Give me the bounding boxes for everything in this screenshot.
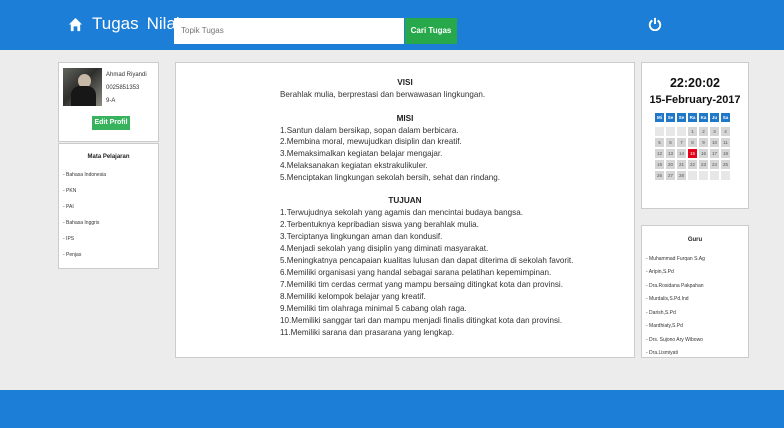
calendar-day[interactable]: 23 [699, 160, 708, 169]
calendar-day[interactable]: 10 [710, 138, 719, 147]
subject-item[interactable]: - Bahasa Indonesia [63, 172, 106, 178]
calendar-day-header: Sa [721, 113, 730, 122]
subjects-panel: Mata Pelajaran - Bahasa Indonesia - PKN … [58, 143, 159, 269]
tujuan-item: 2.Terbentuknya kepribadian siswa yang be… [280, 220, 479, 229]
visi-title: VISI [397, 78, 413, 87]
calendar-day[interactable]: 11 [721, 138, 730, 147]
calendar-day[interactable]: 9 [699, 138, 708, 147]
calendar-day[interactable]: 24 [710, 160, 719, 169]
teacher-item: - Murdalis,S.Pd.Ind [646, 296, 689, 302]
tujuan-item: 6.Memiliki organisasi yang handal sebaga… [280, 268, 552, 277]
calendar-day[interactable]: 28 [677, 171, 686, 180]
calendar-day[interactable]: 6 [666, 138, 675, 147]
navbar: Tugas Nilai Cari Tugas [0, 0, 784, 50]
nav-brand: Tugas Nilai [68, 14, 188, 34]
calendar-day[interactable]: 8 [688, 138, 697, 147]
tujuan-item: 8.Memiliki kelompok belajar yang kreatif… [280, 292, 426, 301]
calendar-day[interactable]: 26 [655, 171, 664, 180]
calendar-day-header: Ka [699, 113, 708, 122]
calendar-day[interactable]: 5 [655, 138, 664, 147]
tujuan-item: 7.Memiliki tim cerdas cermat yang mampu … [280, 280, 563, 289]
tujuan-item: 4.Menjadi sekolah yang disiplin yang dim… [280, 244, 489, 253]
calendar-day[interactable]: 13 [666, 149, 675, 158]
calendar-day-header: Se [666, 113, 675, 122]
misi-item: 5.Menciptakan lingkungan sekolah bersih,… [280, 173, 501, 182]
profile-class: 9-A [106, 98, 116, 104]
subject-item[interactable]: - Penjas [63, 252, 81, 258]
misi-title: MISI [396, 114, 414, 123]
teacher-item: - Muhammad Furqan S.Ag [646, 256, 705, 262]
calendar-day[interactable]: 1 [688, 127, 697, 136]
subjects-title: Mata Pelajaran [87, 154, 130, 160]
tujuan-item: 1.Terwujudnya sekolah yang agamis dan me… [280, 208, 523, 217]
search-button[interactable]: Cari Tugas [405, 18, 457, 44]
calendar-day[interactable]: 16 [699, 149, 708, 158]
calendar-empty-cell [710, 171, 719, 180]
subject-item[interactable]: - PAI [63, 204, 74, 210]
subject-item[interactable]: - IPS [63, 236, 74, 242]
teacher-item: - Dra.Lismiyati [646, 350, 678, 356]
tujuan-item: 5.Meningkatnya pencapaian kualitas lulus… [280, 256, 574, 265]
teacher-item: - Mardhiaty,S.Pd [646, 323, 683, 329]
edit-profile-button[interactable]: Edit Profil [92, 116, 130, 130]
calendar-empty-cell [677, 127, 686, 136]
calendar-day-header: Mi [655, 113, 664, 122]
tujuan-item: 9.Memiliki tim olahraga minimal 5 cabang… [280, 304, 467, 313]
clock-date: 15-February-2017 [649, 94, 741, 106]
visi-text: Berahlak mulia, berprestasi dan berwawas… [280, 90, 486, 99]
avatar [63, 68, 102, 106]
calendar-day[interactable]: 19 [655, 160, 664, 169]
calendar-empty-cell [655, 127, 664, 136]
calendar-day[interactable]: 18 [721, 149, 730, 158]
footer [0, 390, 784, 428]
calendar-day-header: Ra [688, 113, 697, 122]
tujuan-item: 10.Memiliki sanggar tari dan mampu menja… [280, 316, 563, 325]
calendar-day[interactable]: 12 [655, 149, 664, 158]
profile-id: 0025851353 [106, 85, 140, 91]
calendar-empty-cell [721, 171, 730, 180]
calendar-day[interactable]: 7 [677, 138, 686, 147]
teacher-item: - Darish,S.Pd [646, 310, 676, 316]
calendar-day-header: Ju [710, 113, 719, 122]
home-icon[interactable] [68, 17, 83, 32]
teachers-panel: Guru - Muhammad Furqan S.Ag - Aripin,S.P… [641, 225, 749, 358]
profile-name: Ahmad Riyandi [106, 72, 147, 78]
calendar-day[interactable]: 27 [666, 171, 675, 180]
profile-card: Ahmad Riyandi 0025851353 9-A Edit Profil [58, 62, 159, 142]
calendar-day[interactable]: 14 [677, 149, 686, 158]
calendar-day[interactable]: 17 [710, 149, 719, 158]
calendar-day[interactable]: 21 [677, 160, 686, 169]
clock-calendar-panel: 22:20:02 15-February-2017 Mi Se Se Ra Ka Ju Sa… [641, 62, 749, 209]
search-input[interactable] [174, 18, 404, 44]
teacher-item: - Dra.Rosidana Pakpahan [646, 283, 704, 289]
clock-time: 22:20:02 [669, 76, 721, 90]
calendar-day[interactable]: 15 [688, 149, 697, 158]
calendar-empty-cell [666, 127, 675, 136]
misi-item: 3.Memaksimalkan kegiatan belajar mengaja… [280, 149, 443, 158]
vision-mission-panel: VISI Berahlak mulia, berprestasi dan ber… [175, 62, 635, 358]
calendar-day-header: Se [677, 113, 686, 122]
calendar-day[interactable]: 22 [688, 160, 697, 169]
calendar-empty-cell [688, 171, 697, 180]
calendar-day[interactable]: 20 [666, 160, 675, 169]
calendar-day[interactable]: 2 [699, 127, 708, 136]
tujuan-item: 11.Memiliki sarana dan prasarana yang le… [280, 328, 454, 337]
power-icon[interactable] [648, 17, 662, 31]
tujuan-title: TUJUAN [388, 196, 422, 205]
subject-item[interactable]: - Bahasa Inggris [63, 220, 99, 226]
tujuan-item: 3.Terciptanya lingkungan aman dan kondus… [280, 232, 443, 241]
misi-item: 1.Santun dalam bersikap, sopan dalam ber… [280, 126, 459, 135]
calendar-day[interactable]: 4 [721, 127, 730, 136]
misi-item: 2.Membina moral, mewujudkan disiplin dan… [280, 137, 462, 146]
calendar-day[interactable]: 25 [721, 160, 730, 169]
teacher-item: - Drs. Sujono Ary Wibowo [646, 337, 703, 343]
calendar-empty-cell [699, 171, 708, 180]
teachers-title: Guru [687, 237, 703, 243]
subject-item[interactable]: - PKN [63, 188, 76, 194]
teacher-item: - Aripin,S.Pd [646, 269, 674, 275]
misi-item: 4.Melaksanakan kegiatan ekstrakulikuler. [280, 161, 428, 170]
nav-link-tugas[interactable]: Tugas [92, 14, 139, 34]
calendar-day[interactable]: 3 [710, 127, 719, 136]
